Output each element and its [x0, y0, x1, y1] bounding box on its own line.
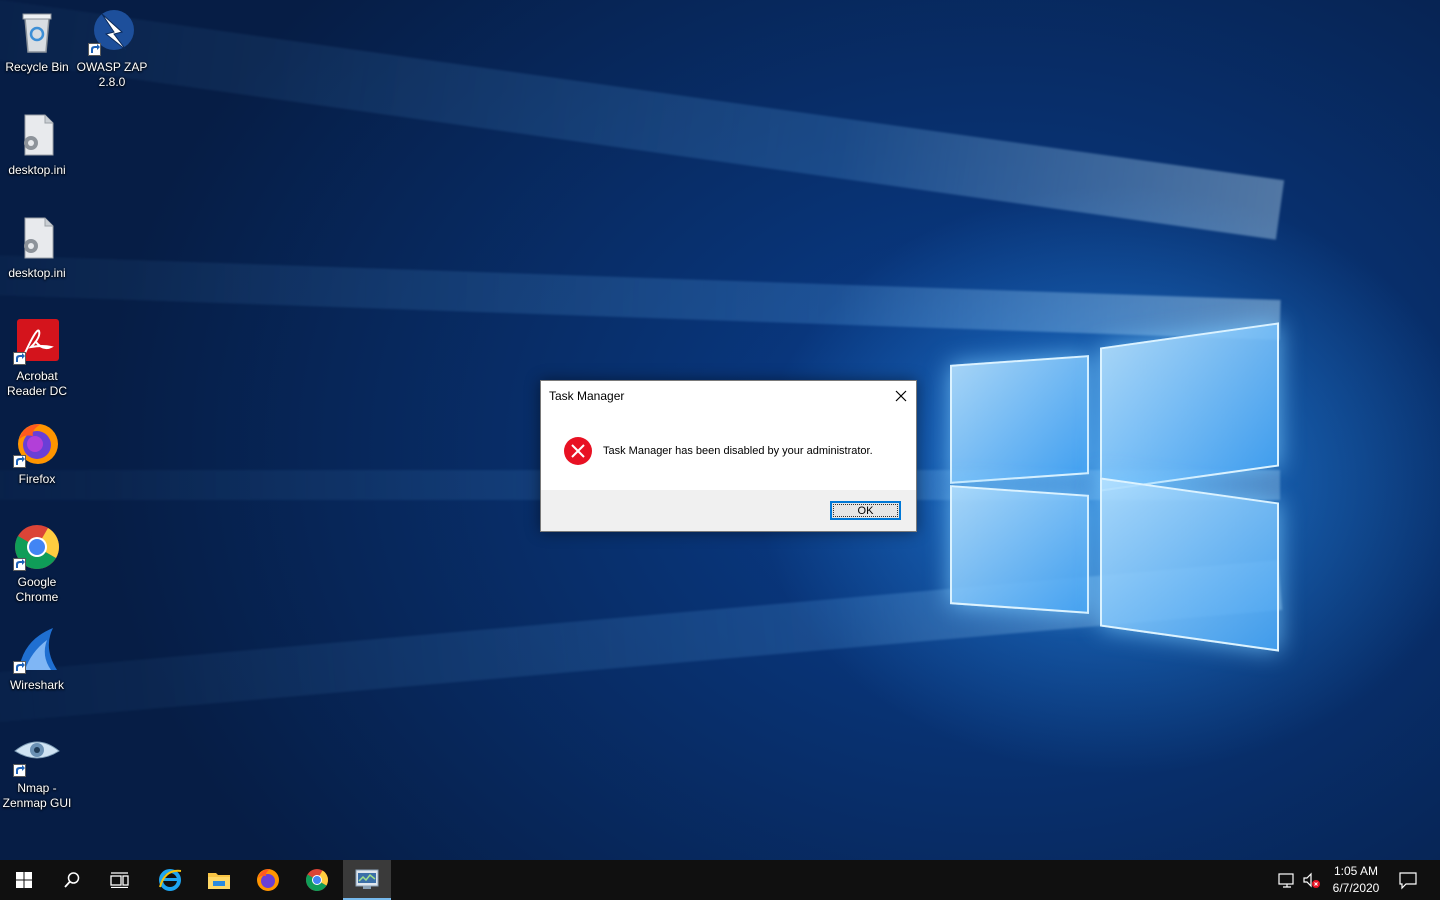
desktop-icon-acrobat-reader[interactable]: Acrobat Reader DC [1, 317, 73, 399]
task-manager-error-dialog: Task Manager Task Manager has been disab… [540, 380, 917, 532]
search-button[interactable] [48, 860, 96, 900]
file-explorer-icon [208, 873, 230, 889]
action-center-icon[interactable] [1398, 870, 1418, 890]
desktop-icon-label: Firefox [18, 472, 56, 486]
chrome-icon [13, 523, 61, 571]
desktop-icon-label: desktop.ini [8, 163, 66, 177]
desktop-icon-nmap-zenmap[interactable]: Nmap - Zenmap GUI [1, 729, 73, 811]
desktop-icon-desktop-ini[interactable]: desktop.ini [1, 214, 73, 281]
desktop-icon-recycle-bin[interactable]: Recycle Bin [1, 8, 73, 75]
error-icon [563, 436, 593, 466]
shortcut-arrow-icon [13, 352, 26, 365]
desktop-icon-label: Recycle Bin [5, 60, 69, 74]
dialog-close-button[interactable] [886, 381, 916, 411]
shortcut-arrow-icon [13, 455, 26, 468]
settings-file-icon [13, 214, 61, 262]
desktop-icon-google-chrome[interactable]: Google Chrome [1, 523, 73, 605]
firefox-icon [13, 420, 61, 468]
shortcut-arrow-icon [13, 661, 26, 674]
taskbar-firefox[interactable] [244, 860, 292, 900]
network-icon[interactable] [1277, 870, 1297, 890]
ok-button[interactable]: OK [830, 501, 901, 520]
light-beam [0, 0, 1285, 240]
desktop-icon-desktop-ini[interactable]: desktop.ini [1, 111, 73, 178]
taskbar: 1:05 AM 6/7/2020 [0, 860, 1440, 900]
shortcut-arrow-icon [13, 558, 26, 571]
desktop-icon-label: Nmap - Zenmap GUI [2, 781, 72, 810]
dialog-title: Task Manager [549, 389, 625, 403]
desktop-icon-label: Google Chrome [15, 575, 59, 604]
search-icon [64, 872, 80, 888]
taskbar-file-explorer[interactable] [195, 860, 243, 900]
zenmap-eye-icon [13, 729, 61, 777]
desktop-icon-firefox[interactable]: Firefox [1, 420, 73, 487]
taskbar-clock[interactable]: 1:05 AM 6/7/2020 [1326, 863, 1386, 897]
desktop-icon-wireshark[interactable]: Wireshark [1, 626, 73, 693]
internet-explorer-icon [159, 869, 182, 891]
volume-muted-icon[interactable] [1302, 870, 1322, 890]
desktop-icon-label: OWASP ZAP 2.8.0 [76, 60, 148, 89]
start-button[interactable] [0, 860, 48, 900]
task-manager-icon [355, 869, 379, 889]
taskbar-chrome[interactable] [293, 860, 341, 900]
desktop-icon-label: Acrobat Reader DC [6, 369, 68, 398]
acrobat-reader-icon [13, 317, 61, 365]
shortcut-arrow-icon [88, 43, 101, 56]
taskbar-internet-explorer[interactable] [146, 860, 194, 900]
settings-file-icon [13, 111, 61, 159]
desktop-icon-label: desktop.ini [8, 266, 66, 280]
task-view-icon [110, 872, 129, 888]
shortcut-arrow-icon [13, 764, 26, 777]
taskbar-task-manager[interactable] [343, 860, 391, 900]
firefox-icon [257, 869, 279, 891]
owasp-zap-icon [88, 8, 136, 56]
clock-time: 1:05 AM [1333, 864, 1379, 878]
clock-date: 6/7/2020 [1332, 881, 1380, 895]
close-icon [895, 390, 907, 402]
dialog-message: Task Manager has been disabled by your a… [603, 445, 873, 457]
recycle-bin-icon [13, 8, 61, 56]
wireshark-icon [13, 626, 61, 674]
desktop-background[interactable]: Recycle Bin OWASP ZAP 2.8.0 desktop.ini [0, 0, 1440, 860]
windows-logo-wallpaper [940, 315, 1290, 655]
task-view-button[interactable] [96, 860, 144, 900]
desktop-icon-label: Wireshark [9, 678, 64, 692]
dialog-footer: OK [541, 490, 916, 531]
desktop-icon-owasp-zap[interactable]: OWASP ZAP 2.8.0 [76, 8, 148, 90]
chrome-icon [306, 869, 328, 891]
windows-start-icon [16, 872, 32, 888]
